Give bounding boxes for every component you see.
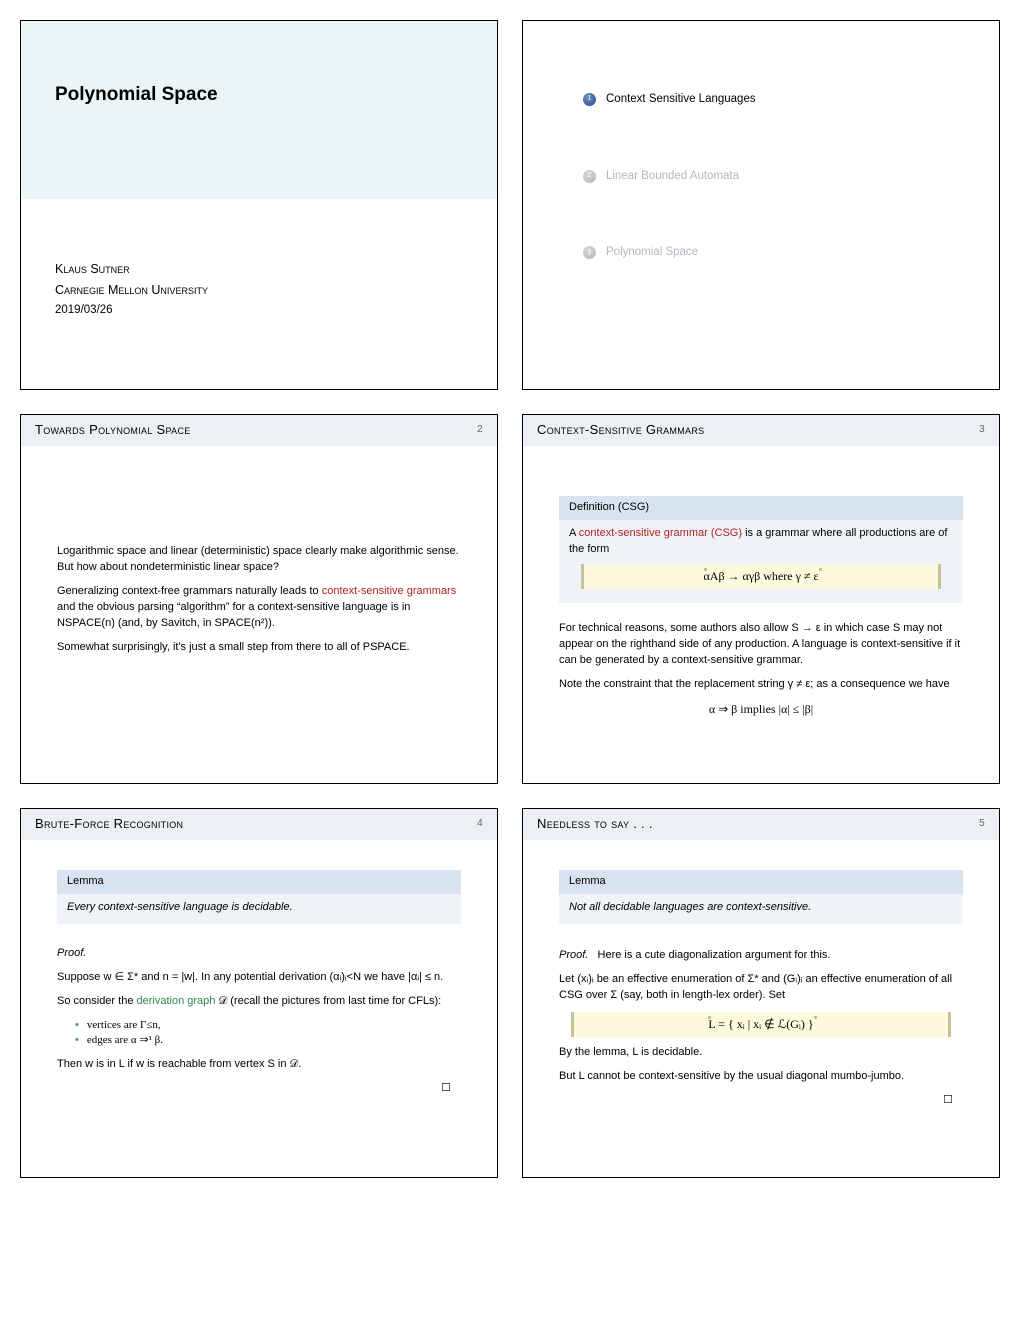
proof: Proof. Here is a cute diagonalization ar… — [559, 948, 963, 964]
title-head: Polynomial Space — [21, 21, 497, 199]
outline-slide: 1 Context Sensitive Languages 2 Linear B… — [522, 20, 1000, 390]
slide-needless: Needless to say . . . 5 Lemma Not all de… — [522, 808, 1000, 1178]
outline-item-3: 3 Polynomial Space — [583, 244, 959, 261]
outline-label: Context Sensitive Languages — [606, 91, 756, 108]
outline-item-2: 2 Linear Bounded Automata — [583, 168, 959, 185]
date: 2019/03/26 — [55, 301, 463, 321]
slide-brute-force: Brute-Force Recognition 4 Lemma Every co… — [20, 808, 498, 1178]
qed-icon: ☐ — [57, 1081, 461, 1097]
formula-box: αAβ → αγβ where γ ≠ ε — [581, 564, 941, 589]
outline-label: Linear Bounded Automata — [606, 168, 739, 185]
slide-title: Brute-Force Recognition — [35, 815, 183, 834]
title-slide: Polynomial Space Klaus Sutner Carnegie M… — [20, 20, 498, 390]
bullet-icon: 2 — [583, 170, 596, 183]
qed-icon: ☐ — [559, 1093, 963, 1109]
slide-csg: Context-Sensitive Grammars 3 Definition … — [522, 414, 1000, 784]
slide-header: Brute-Force Recognition 4 — [21, 809, 497, 840]
bullet-icon: 1 — [583, 93, 596, 106]
lemma-head: Lemma — [57, 870, 461, 894]
definition-body: A context-sensitive grammar (CSG) is a g… — [559, 520, 963, 603]
lemma-body: Not all decidable languages are context-… — [559, 894, 963, 924]
proof-label: Proof. — [559, 949, 588, 961]
bullet-icon: 3 — [583, 246, 596, 259]
affiliation: Carnegie Mellon University — [55, 280, 463, 301]
slide-body: Logarithmic space and linear (determinis… — [21, 446, 497, 678]
paragraph: Let (xᵢ)ᵢ be an effective enumeration of… — [559, 972, 963, 1004]
bullet-list: vertices are Γ≤n, edges are α ⇒¹ β. — [57, 1018, 461, 1050]
slide-header: Needless to say . . . 5 — [523, 809, 999, 840]
paragraph: Logarithmic space and linear (determinis… — [57, 544, 461, 576]
slide-number: 4 — [477, 817, 483, 832]
slide-title: Context-Sensitive Grammars — [537, 421, 704, 440]
lemma-head: Lemma — [559, 870, 963, 894]
slide-towards-pspace: Towards Polynomial Space 2 Logarithmic s… — [20, 414, 498, 784]
lemma-body: Every context-sensitive language is deci… — [57, 894, 461, 924]
formula: α ⇒ β implies |α| ≤ |β| — [559, 701, 963, 718]
outline-item-1: 1 Context Sensitive Languages — [583, 91, 959, 108]
outline-body: 1 Context Sensitive Languages 2 Linear B… — [523, 21, 999, 261]
paragraph: Somewhat surprisingly, it's just a small… — [57, 640, 461, 656]
slide-body: Definition (CSG) A context-sensitive gra… — [523, 446, 999, 740]
slide-title: Towards Polynomial Space — [35, 421, 191, 440]
main-title: Polynomial Space — [55, 81, 463, 109]
list-item: edges are α ⇒¹ β. — [75, 1033, 461, 1049]
term-derivation-graph: derivation graph — [137, 995, 216, 1007]
proof-label: Proof. — [57, 947, 86, 959]
slide-number: 5 — [979, 817, 985, 832]
slide-body: Lemma Not all decidable languages are co… — [523, 840, 999, 1123]
term-csg: context-sensitive grammar (CSG) — [579, 527, 742, 539]
paragraph: Note the constraint that the replacement… — [559, 677, 963, 693]
proof: Proof. — [57, 946, 461, 962]
paragraph: Generalizing context-free grammars natur… — [57, 584, 461, 632]
list-item: vertices are Γ≤n, — [75, 1018, 461, 1034]
slide-number: 2 — [477, 423, 483, 438]
paragraph: By the lemma, L is decidable. — [559, 1045, 963, 1061]
paragraph: For technical reasons, some authors also… — [559, 621, 963, 669]
paragraph: So consider the derivation graph 𝒟 (reca… — [57, 994, 461, 1010]
paragraph: Suppose w ∈ Σ* and n = |w|. In any poten… — [57, 970, 461, 986]
outline-label: Polynomial Space — [606, 244, 698, 261]
slide-header: Context-Sensitive Grammars 3 — [523, 415, 999, 446]
author: Klaus Sutner — [55, 259, 463, 280]
paragraph: But L cannot be context-sensitive by the… — [559, 1069, 963, 1085]
formula-box: L = { xᵢ | xᵢ ∉ ℒ(Gᵢ) } — [571, 1012, 951, 1037]
slide-header: Towards Polynomial Space 2 — [21, 415, 497, 446]
slide-body: Lemma Every context-sensitive language i… — [21, 840, 497, 1111]
title-meta: Klaus Sutner Carnegie Mellon University … — [21, 199, 497, 321]
term-csg: context-sensitive grammars — [322, 585, 457, 597]
slide-title: Needless to say . . . — [537, 815, 653, 834]
paragraph: Then w is in L if w is reachable from ve… — [57, 1057, 461, 1073]
definition-head: Definition (CSG) — [559, 496, 963, 520]
slide-number: 3 — [979, 423, 985, 438]
